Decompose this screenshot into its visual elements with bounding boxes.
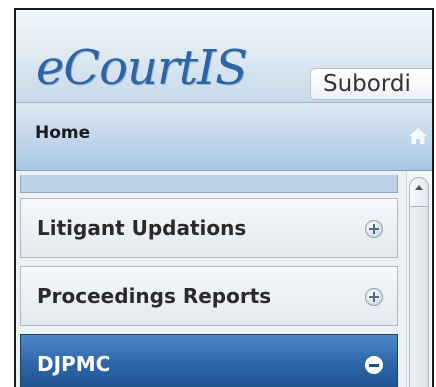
vertical-scrollbar[interactable] [406,171,432,387]
accordion-top-edge [20,175,398,193]
accordion-item-label: Proceedings Reports [37,284,272,308]
accordion-menu: Litigant Updations Proceedings Reports D… [16,171,406,387]
home-icon[interactable] [408,127,428,145]
accordion-item-djpmc[interactable]: DJPMC [20,334,398,387]
scroll-up-arrow-icon[interactable] [409,177,429,207]
home-bar[interactable]: Home [16,102,432,171]
accordion-item-label: Litigant Updations [37,216,247,240]
app-header: eCourtIS Subordi [16,10,432,102]
plus-circle-icon[interactable] [365,220,383,238]
accordion-item-label: DJPMC [37,352,111,376]
app-subtitle: Subordi [310,68,432,100]
scroll-track[interactable] [409,207,429,387]
app-window: eCourtIS Subordi Home Litigant Updations… [14,8,434,387]
accordion-item-proceedings-reports[interactable]: Proceedings Reports [20,266,398,326]
app-title: eCourtIS [36,40,248,96]
sidebar-panel: Litigant Updations Proceedings Reports D… [16,171,432,387]
home-link[interactable]: Home [35,123,90,143]
plus-circle-icon[interactable] [365,288,383,306]
minus-circle-icon[interactable] [365,356,383,374]
accordion-item-litigant-updations[interactable]: Litigant Updations [20,198,398,258]
